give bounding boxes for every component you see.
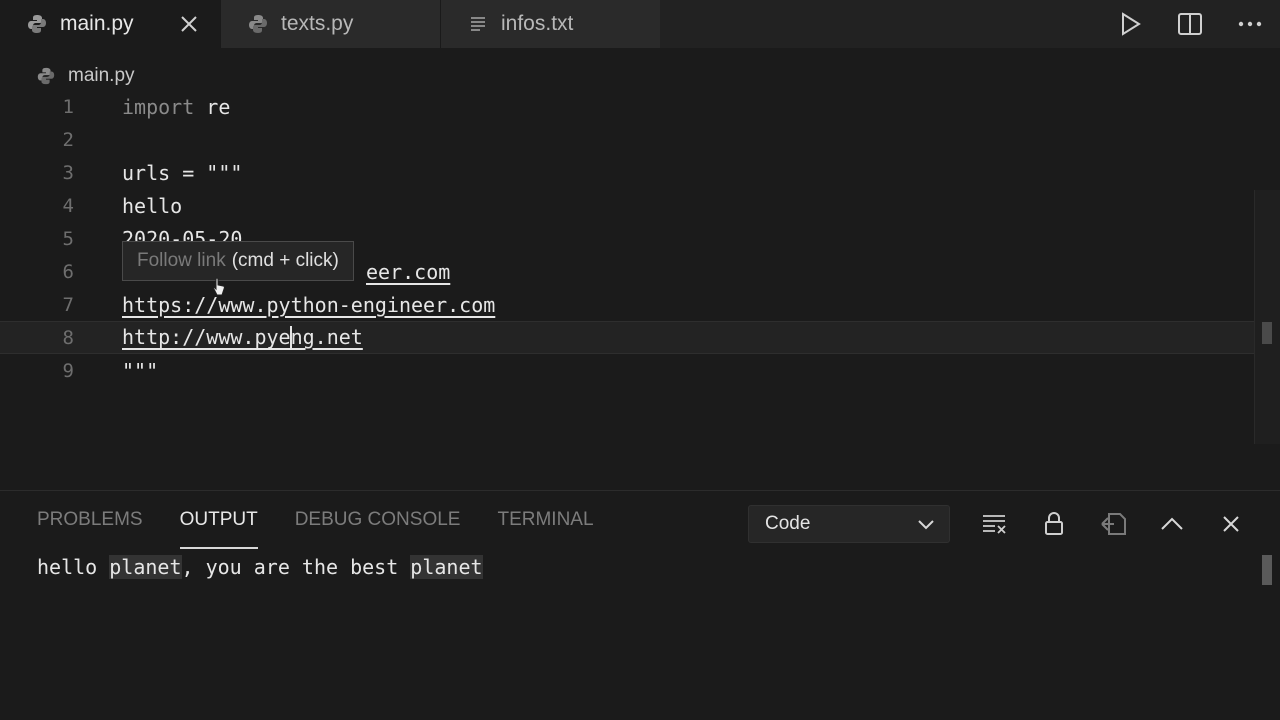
line-number: 9 [62, 359, 74, 382]
tab-label: infos.txt [501, 12, 574, 35]
url-link[interactable]: eer.com [366, 260, 450, 284]
tab-label: main.py [60, 12, 134, 35]
code-text: hello [122, 193, 183, 218]
line-number: 3 [62, 161, 74, 184]
search-highlight: planet [410, 555, 483, 579]
output-text: hello planet, you are the best planet [37, 555, 483, 579]
tab-infos-txt[interactable]: infos.txt [440, 0, 660, 48]
close-icon[interactable] [176, 11, 202, 37]
url-link[interactable]: https://www.python-engineer.com [122, 293, 495, 317]
code-editor[interactable]: 1 import re 2 3 urls = """ 4 hello 5 202… [0, 90, 1280, 488]
follow-link-tooltip: Follow link (cmd + click) [122, 241, 354, 281]
editor-scrollbar[interactable] [1254, 190, 1280, 444]
code-line: 3 urls = """ [0, 156, 1252, 189]
code-line: 9 """ [0, 354, 1252, 387]
tooltip-shortcut: (cmd + click) [231, 250, 339, 271]
output-channel-value: Code [765, 513, 811, 534]
line-number: 7 [62, 293, 74, 316]
tab-texts-py[interactable]: texts.py [220, 0, 440, 48]
breadcrumb[interactable]: main.py [36, 62, 135, 90]
close-panel-icon[interactable] [1201, 505, 1260, 543]
tab-terminal[interactable]: TERMINAL [497, 509, 593, 549]
panel-tabs: PROBLEMS OUTPUT DEBUG CONSOLE TERMINAL [0, 509, 594, 549]
line-number: 4 [62, 194, 74, 217]
output-channel-select[interactable]: Code [748, 505, 950, 543]
lock-scroll-icon[interactable] [1024, 505, 1083, 543]
clear-output-icon[interactable] [965, 505, 1024, 543]
line-number: 8 [62, 326, 74, 349]
keyword: import [122, 94, 195, 119]
tab-output[interactable]: OUTPUT [179, 509, 258, 549]
breadcrumb-file: main.py [68, 65, 135, 86]
code-line: 2 [0, 123, 1252, 156]
mouse-pointer-icon [213, 277, 225, 296]
code-text: urls = """ [122, 160, 243, 185]
python-icon [36, 66, 56, 86]
maximize-panel-icon[interactable] [1142, 505, 1201, 543]
panel-scrollbar[interactable] [1254, 551, 1280, 587]
chevron-down-icon [917, 515, 935, 539]
code-text: """ [122, 358, 159, 383]
tooltip-action: Follow link [137, 250, 226, 271]
split-editor-icon[interactable] [1160, 0, 1220, 48]
more-actions-icon[interactable] [1220, 0, 1280, 48]
code-line: 4 hello [0, 189, 1252, 222]
bottom-panel: PROBLEMS OUTPUT DEBUG CONSOLE TERMINAL C… [0, 490, 1280, 720]
current-code-line: 8 http://www.pyeng.net [0, 321, 1280, 354]
run-icon[interactable] [1100, 0, 1160, 48]
open-log-icon[interactable] [1083, 505, 1142, 543]
line-number: 1 [62, 95, 74, 118]
scrollbar-cursor-marker [1262, 322, 1272, 344]
tab-main-py[interactable]: main.py [0, 0, 220, 48]
scrollbar-thumb [1262, 555, 1272, 585]
line-number: 6 [62, 260, 74, 283]
output-segment: hello [37, 555, 110, 579]
code-text: re [194, 94, 231, 119]
url-part: ng.net [290, 324, 363, 349]
search-highlight: planet [109, 555, 182, 579]
url-part: http://www.pye [122, 324, 291, 349]
output-segment: , you are the best [181, 555, 411, 579]
editor-tab-bar: main.py texts.py infos.txt [0, 0, 1280, 48]
url-link[interactable]: http://www.pyeng.net [122, 324, 363, 351]
python-icon [247, 13, 269, 35]
line-number: 2 [62, 128, 74, 151]
python-icon [26, 13, 48, 35]
code-line: 7 https://www.python-engineer.com [0, 288, 1252, 321]
line-number: 5 [62, 227, 74, 250]
tab-label: texts.py [281, 12, 354, 35]
text-file-icon [467, 13, 489, 35]
tab-problems[interactable]: PROBLEMS [37, 509, 143, 549]
tab-debug-console[interactable]: DEBUG CONSOLE [295, 509, 461, 549]
code-line: 1 import re [0, 90, 1252, 123]
